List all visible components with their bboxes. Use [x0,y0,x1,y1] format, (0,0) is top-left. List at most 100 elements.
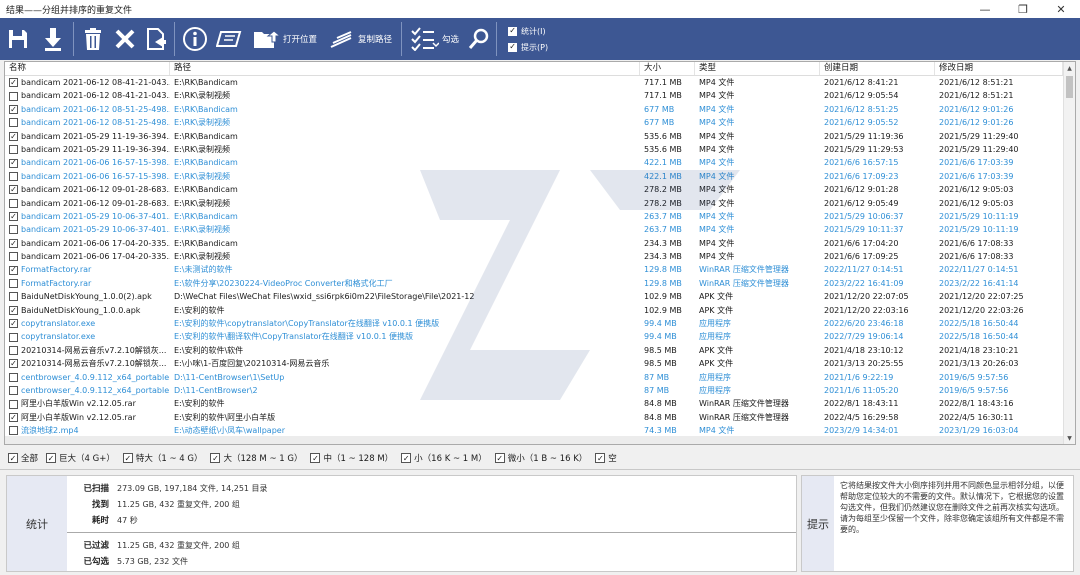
col-path-header[interactable]: 路径 [170,62,640,75]
save-button[interactable] [0,18,36,60]
table-row[interactable]: centbrowser_4.0.9.112_x64_portable.... D:… [5,371,1075,384]
hint-checkbox[interactable]: ✓ [508,42,518,52]
horizontal-scrollbar[interactable] [5,436,1063,444]
col-created-header[interactable]: 创建日期 [820,62,935,75]
row-checkbox[interactable] [9,145,18,155]
row-checkbox[interactable] [9,399,18,409]
row-checkbox[interactable]: ✓ [9,78,18,88]
size-filter[interactable]: ✓ 小（16 K ~ 1 M） [401,452,487,464]
table-row[interactable]: bandicam 2021-06-06 16-57-15-398.... E:\R… [5,170,1075,183]
table-row[interactable]: bandicam 2021-06-12 09-01-28-683.... E:\R… [5,197,1075,210]
col-size-header[interactable]: 大小 [640,62,695,75]
row-checkbox[interactable]: ✓ [9,265,18,275]
size-filter[interactable]: ✓ 中（1 ~ 128 M） [310,452,393,464]
row-checkbox[interactable] [9,198,18,208]
file-name-text: bandicam 2021-06-12 08-41-21-043.... [21,91,170,101]
scroll-up-icon[interactable]: ▲ [1064,62,1075,74]
row-checkbox[interactable] [9,225,18,235]
filter-checkbox[interactable]: ✓ [8,453,18,463]
table-row[interactable]: ✓ copytranslator.exe E:\安利的软件\copytranslat… [5,317,1075,330]
table-row[interactable]: bandicam 2021-06-12 08-41-21-043.... E:\R… [5,89,1075,102]
row-checkbox[interactable] [9,252,18,262]
maximize-icon[interactable]: ❐ [1004,0,1042,18]
row-checkbox[interactable]: ✓ [9,319,18,329]
size-filter[interactable]: ✓ 巨大（4 G+） [46,452,115,464]
row-checkbox[interactable] [9,118,18,128]
download-button[interactable] [36,18,70,60]
check-dropdown-button[interactable]: 勾选 [405,18,465,60]
filter-checkbox[interactable]: ✓ [310,453,321,463]
table-row[interactable]: ✓ bandicam 2021-06-12 08-51-25-498.... E:\… [5,103,1075,116]
table-row[interactable]: bandicam 2021-05-29 11-19-36-394.... E:\R… [5,143,1075,156]
size-filter[interactable]: ✓ 空 [595,452,617,464]
table-row[interactable]: ✓ 阿里小白羊版Win v2.12.05.rar E:\安利的软件\阿里小白羊版 84… [5,411,1075,424]
scroll-down-icon[interactable]: ▼ [1064,432,1075,444]
duplicate-file-list[interactable]: 名称 路径 大小 类型 创建日期 修改日期 ✓ bandicam 2021-06-… [4,61,1076,445]
stats-checkbox[interactable]: ✓ [508,26,518,36]
table-row[interactable]: 阿里小白羊版Win v2.12.05.rar E:\安利的软件 84.8 MB Win… [5,397,1075,410]
size-filter[interactable]: ✓ 特大（1 ~ 4 G） [122,452,202,464]
minimize-icon[interactable]: — [966,0,1004,18]
table-row[interactable]: bandicam 2021-06-06 17-04-20-335.... E:\R… [5,250,1075,263]
table-row[interactable]: bandicam 2021-05-29 10-06-37-401.... E:\R… [5,223,1075,236]
hint-option[interactable]: ✓ 提示(P) [508,42,548,53]
row-checkbox[interactable] [9,386,18,396]
table-row[interactable]: ✓ bandicam 2021-06-12 08-41-21-043.... E:\… [5,76,1075,89]
row-checkbox[interactable]: ✓ [9,306,18,315]
row-checkbox[interactable]: ✓ [9,413,18,422]
col-modified-header[interactable]: 修改日期 [935,62,1063,75]
size-filter[interactable]: ✓ 微小（1 B ~ 16 K） [494,452,587,464]
filter-checkbox[interactable]: ✓ [122,453,133,463]
filter-checkbox[interactable]: ✓ [46,453,57,463]
row-checkbox[interactable]: ✓ [9,185,18,195]
table-row[interactable]: 20210314-网易云音乐v7.2.10解锁灰... E:\安利的软件\软件 98… [5,344,1075,357]
table-row[interactable]: ✓ BaiduNetDiskYoung_1.0.0.apk E:\安利的软件 102.… [5,304,1075,317]
export-button[interactable] [141,18,171,60]
row-checkbox[interactable] [9,279,18,289]
row-checkbox[interactable] [9,332,18,342]
row-checkbox[interactable] [9,372,18,382]
row-checkbox[interactable]: ✓ [9,105,18,114]
row-checkbox[interactable]: ✓ [9,239,18,248]
col-type-header[interactable]: 类型 [695,62,820,75]
filter-checkbox[interactable]: ✓ [401,453,412,463]
row-checkbox[interactable] [9,346,18,355]
row-checkbox[interactable] [9,292,18,302]
stats-option[interactable]: ✓ 统计(I) [508,26,548,37]
table-row[interactable]: copytranslator.exe E:\安利的软件\翻译软件\CopyTran… [5,330,1075,343]
vertical-scrollbar[interactable]: ▲ ▼ [1063,62,1075,444]
table-row[interactable]: bandicam 2021-06-12 08-51-25-498.... E:\R… [5,116,1075,129]
table-row[interactable]: centbrowser_4.0.9.112_x64_portable.... D:… [5,384,1075,397]
table-row[interactable]: ✓ bandicam 2021-06-06 16-57-15-398.... E:\… [5,156,1075,169]
filter-checkbox[interactable]: ✓ [595,453,606,463]
filter-checkbox[interactable]: ✓ [494,453,505,463]
filter-checkbox[interactable]: ✓ [210,453,221,463]
size-filter[interactable]: ✓ 全部 [8,452,38,464]
row-checkbox[interactable]: ✓ [9,212,18,222]
row-checkbox[interactable]: ✓ [9,359,18,369]
col-name-header[interactable]: 名称 [5,62,170,75]
remove-button[interactable] [109,18,141,60]
info-button[interactable] [178,18,212,60]
row-checkbox[interactable] [9,171,18,181]
open-location-button[interactable]: 打开位置 [246,18,323,60]
rename-button[interactable] [212,18,246,60]
table-row[interactable]: ✓ FormatFactory.rar E:\未测试的软件 129.8 MB WinRA… [5,263,1075,276]
size-filter[interactable]: ✓ 大（128 M ~ 1 G） [210,452,302,464]
row-checkbox[interactable]: ✓ [9,132,18,141]
row-checkbox[interactable] [9,91,18,101]
delete-button[interactable] [77,18,109,60]
table-row[interactable]: ✓ 20210314-网易云音乐v7.2.10解锁灰... E:\小咪\1-百度回复… [5,357,1075,370]
row-checkbox[interactable]: ✓ [9,158,18,168]
table-row[interactable]: ✓ bandicam 2021-05-29 10-06-37-401.... E:\… [5,210,1075,223]
table-row[interactable]: FormatFactory.rar E:\软件分享\20230224-VideoP… [5,277,1075,290]
close-window-icon[interactable]: ✕ [1042,0,1080,18]
search-button[interactable] [465,18,493,60]
table-row[interactable]: ✓ bandicam 2021-06-12 09-01-28-683.... E:\… [5,183,1075,196]
row-checkbox[interactable] [9,426,18,436]
table-row[interactable]: ✓ bandicam 2021-06-06 17-04-20-335.... E:\… [5,237,1075,250]
table-row[interactable]: BaiduNetDiskYoung_1.0.0(2).apk D:\WeChat … [5,290,1075,303]
table-row[interactable]: ✓ bandicam 2021-05-29 11-19-36-394.... E:\… [5,130,1075,143]
copy-path-button[interactable]: 复制路径 [323,18,398,60]
scroll-thumb[interactable] [1066,76,1073,98]
